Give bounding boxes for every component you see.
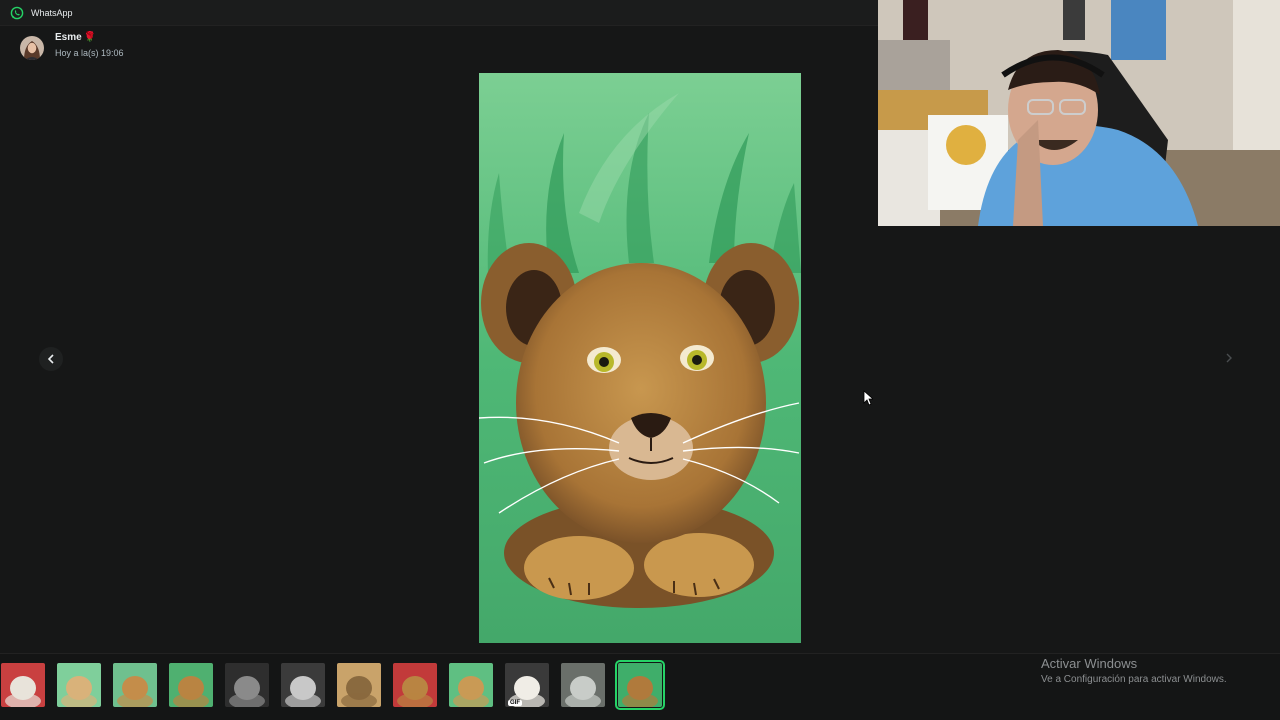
thumbnail-photo-11[interactable] xyxy=(561,663,605,707)
thumbnail-photo-7[interactable] xyxy=(337,663,381,707)
thumbnail-photo-9[interactable] xyxy=(449,663,493,707)
thumbnail-image xyxy=(1,663,45,707)
thumbnail-photo-1[interactable] xyxy=(1,663,45,707)
sender-name-text: Esme xyxy=(55,32,82,43)
streamer-webcam-image xyxy=(878,0,1280,226)
thumbnail-image xyxy=(113,663,157,707)
thumbnail-image xyxy=(561,663,605,707)
thumbnail-photo-3[interactable] xyxy=(113,663,157,707)
thumbnail-image xyxy=(225,663,269,707)
thumbnail-photo-2[interactable] xyxy=(57,663,101,707)
thumbnail-image xyxy=(393,663,437,707)
previous-button[interactable] xyxy=(39,347,63,371)
thumbnail-photo-8[interactable] xyxy=(393,663,437,707)
timestamp: Hoy a la(s) 19:06 xyxy=(55,48,124,58)
media-header: Esme 🌹 Hoy a la(s) 19:06 xyxy=(0,26,878,70)
thumbnail-image xyxy=(169,663,213,707)
mouse-cursor-icon xyxy=(863,390,873,406)
gif-badge: GIF xyxy=(508,700,522,706)
chevron-left-icon xyxy=(47,354,54,364)
thumbnail-photo-12[interactable] xyxy=(615,660,665,710)
thumbnail-image xyxy=(618,663,662,707)
watermark-subtitle: Ve a Configuración para activar Windows. xyxy=(1041,674,1227,685)
webcam-overlay xyxy=(878,0,1280,226)
rose-emoji: 🌹 xyxy=(83,32,97,43)
title-bar: WhatsApp xyxy=(0,0,878,26)
thumbnail-gif-10[interactable]: GIF xyxy=(505,663,549,707)
thumbnail-photo-5[interactable] xyxy=(225,663,269,707)
watermark-title: Activar Windows xyxy=(1041,656,1138,671)
sender-name: Esme 🌹 xyxy=(55,32,124,43)
thumbnail-photo-4[interactable] xyxy=(169,663,213,707)
windows-activation-watermark: Activar Windows Ve a Configuración para … xyxy=(1041,656,1227,685)
thumbnail-image xyxy=(337,663,381,707)
window-title: WhatsApp xyxy=(31,7,73,18)
avatar[interactable] xyxy=(20,36,44,60)
thumbnail-image xyxy=(57,663,101,707)
media-viewer-image[interactable] xyxy=(479,73,801,643)
chevron-right-icon xyxy=(1226,353,1232,363)
lion-cub-painting xyxy=(479,73,801,643)
next-button[interactable] xyxy=(1218,347,1240,369)
thumbnail-image xyxy=(449,663,493,707)
thumbnail-image xyxy=(281,663,325,707)
thumbnail-photo-6[interactable] xyxy=(281,663,325,707)
whatsapp-icon xyxy=(10,6,24,19)
